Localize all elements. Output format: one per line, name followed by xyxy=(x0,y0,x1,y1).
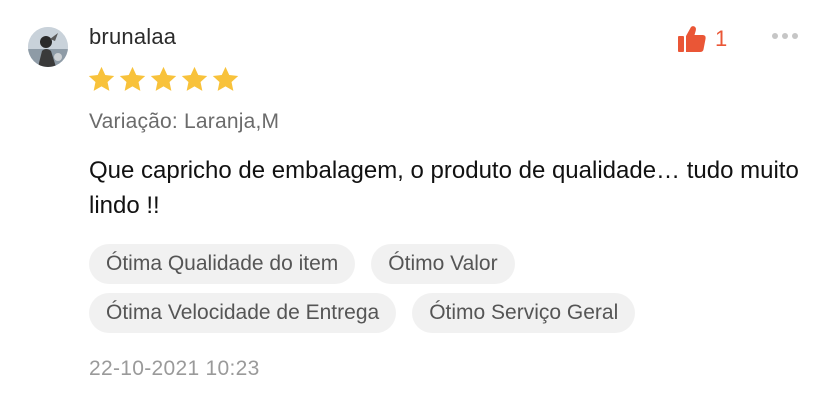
review-tags: Ótima Qualidade do item Ótimo Valor Ótima … xyxy=(89,244,789,333)
review-tag[interactable]: Ótima Velocidade de Entrega xyxy=(89,293,397,333)
avatar-image xyxy=(28,27,68,67)
review-text: Que capricho de embalagem, o produto de … xyxy=(89,157,799,219)
star-icon xyxy=(150,66,177,91)
star-rating xyxy=(87,65,240,94)
review-tag[interactable]: Ótima Qualidade do item xyxy=(89,244,356,284)
like-button[interactable]: 1 xyxy=(677,24,727,54)
thumbs-up-icon xyxy=(678,26,706,52)
variation-label: Variação: Laranja,M xyxy=(89,110,280,133)
star-icon xyxy=(212,66,239,91)
review-date: 22-10-2021 10:23 xyxy=(89,357,260,380)
username[interactable]: brunalaa xyxy=(89,24,176,50)
review-tag[interactable]: Ótimo Serviço Geral xyxy=(412,293,636,333)
star-icon xyxy=(88,66,115,91)
avatar[interactable] xyxy=(28,27,68,67)
star-icon xyxy=(181,66,208,91)
like-count: 1 xyxy=(715,26,728,51)
star-icon xyxy=(119,66,146,91)
review-tag[interactable]: Ótimo Valor xyxy=(371,244,515,284)
more-dots-icon[interactable] xyxy=(770,31,800,41)
